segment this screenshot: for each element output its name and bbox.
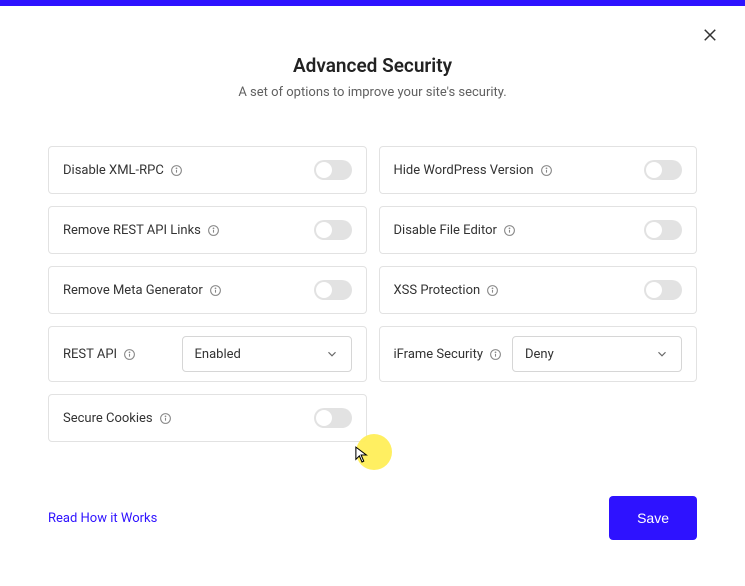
option-remove-meta-generator: Remove Meta Generator	[48, 266, 367, 314]
help-link[interactable]: Read How it Works	[48, 511, 157, 526]
option-disable-xmlrpc: Disable XML-RPC	[48, 146, 367, 194]
info-icon[interactable]	[170, 164, 183, 177]
option-label: iFrame Security	[394, 347, 483, 362]
info-icon[interactable]	[159, 412, 172, 425]
toggle-remove-rest-links[interactable]	[314, 220, 352, 240]
option-label: Remove REST API Links	[63, 223, 201, 238]
top-accent-bar	[0, 0, 745, 6]
cursor-icon	[355, 446, 369, 464]
toggle-disable-xmlrpc[interactable]	[314, 160, 352, 180]
select-rest-api[interactable]: Enabled	[182, 336, 352, 372]
dialog-header: Advanced Security A set of options to im…	[0, 54, 745, 100]
info-icon[interactable]	[207, 224, 220, 237]
dialog-subtitle: A set of options to improve your site's …	[0, 85, 745, 100]
options-grid: Disable XML-RPC Hide WordPress Version R…	[48, 146, 697, 442]
dialog-footer: Read How it Works Save	[48, 496, 697, 540]
option-hide-wp-version: Hide WordPress Version	[379, 146, 698, 194]
option-label: REST API	[63, 347, 117, 362]
save-button[interactable]: Save	[609, 496, 697, 540]
option-iframe-security: iFrame Security Deny	[379, 326, 698, 382]
select-value: Enabled	[195, 347, 241, 362]
info-icon[interactable]	[489, 348, 502, 361]
toggle-hide-wp-version[interactable]	[644, 160, 682, 180]
option-rest-api: REST API Enabled	[48, 326, 367, 382]
toggle-secure-cookies[interactable]	[314, 408, 352, 428]
select-iframe-security[interactable]: Deny	[512, 336, 682, 372]
close-icon	[701, 29, 719, 48]
info-icon[interactable]	[540, 164, 553, 177]
toggle-disable-file-editor[interactable]	[644, 220, 682, 240]
info-icon[interactable]	[486, 284, 499, 297]
select-value: Deny	[525, 347, 554, 362]
info-icon[interactable]	[209, 284, 222, 297]
info-icon[interactable]	[503, 224, 516, 237]
option-remove-rest-links: Remove REST API Links	[48, 206, 367, 254]
option-label: Disable XML-RPC	[63, 163, 164, 178]
toggle-xss-protection[interactable]	[644, 280, 682, 300]
option-disable-file-editor: Disable File Editor	[379, 206, 698, 254]
option-label: Secure Cookies	[63, 411, 153, 426]
option-label: XSS Protection	[394, 283, 481, 298]
toggle-remove-meta-generator[interactable]	[314, 280, 352, 300]
option-label: Hide WordPress Version	[394, 163, 534, 178]
option-xss-protection: XSS Protection	[379, 266, 698, 314]
option-secure-cookies: Secure Cookies	[48, 394, 367, 442]
option-label: Remove Meta Generator	[63, 283, 203, 298]
chevron-down-icon	[655, 347, 669, 361]
chevron-down-icon	[325, 347, 339, 361]
option-label: Disable File Editor	[394, 223, 497, 238]
info-icon[interactable]	[123, 348, 136, 361]
close-button[interactable]	[701, 26, 719, 44]
dialog-title: Advanced Security	[0, 54, 745, 77]
